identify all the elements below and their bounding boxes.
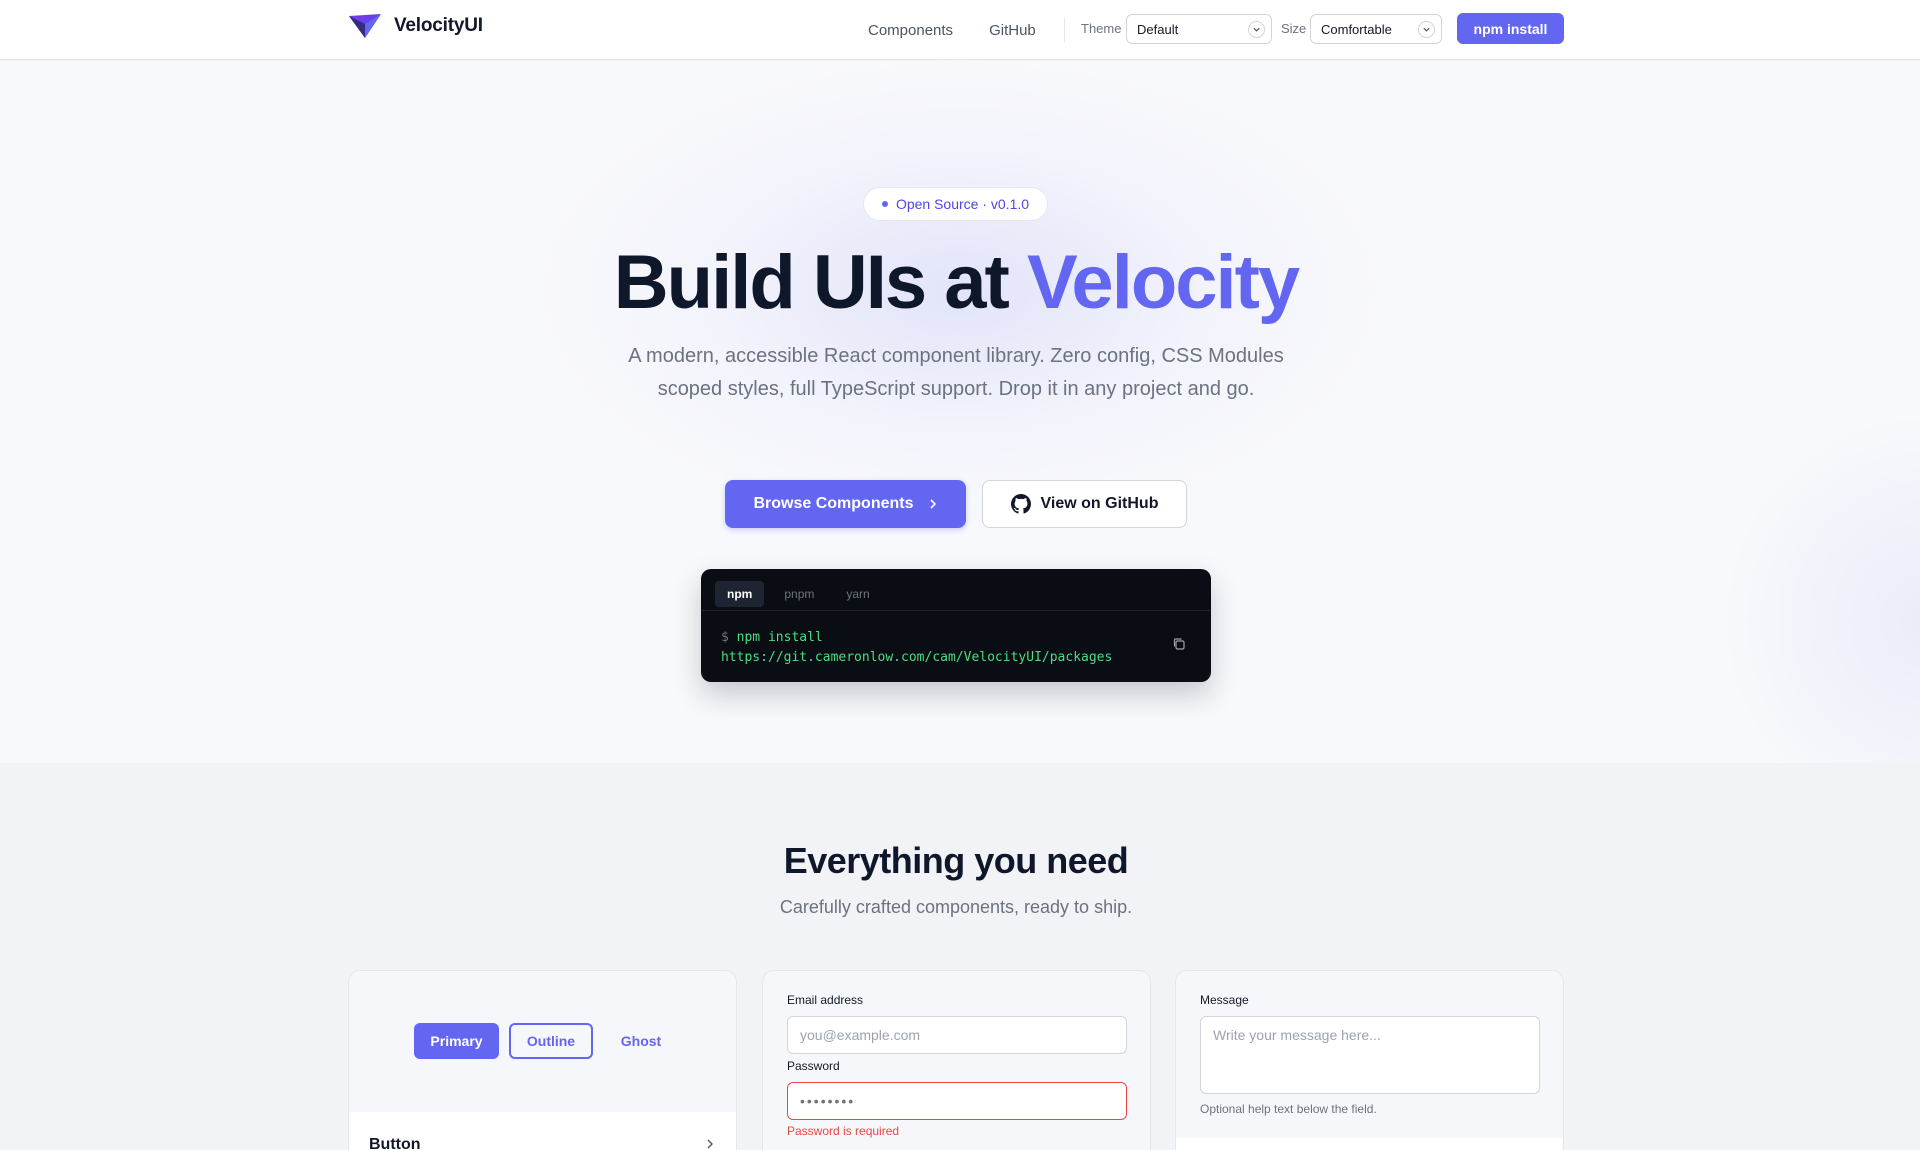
install-code-card: npm pnpm yarn $ npm install https://git.…	[701, 569, 1211, 682]
npm-install-button[interactable]: npm install	[1457, 13, 1564, 44]
badge-text: Open Source · v0.1.0	[895, 196, 1030, 212]
button-demo-card: Primary Outline Ghost Button	[348, 970, 737, 1150]
password-error: Password is required	[787, 1124, 900, 1138]
brand[interactable]: VelocityUI	[348, 12, 483, 40]
package-manager-tabs: npm pnpm yarn	[715, 581, 882, 607]
top-nav: VelocityUI Components GitHub Theme Defau…	[0, 0, 1920, 60]
email-label: Email address	[787, 993, 864, 1007]
message-label: Message	[1200, 993, 1249, 1007]
view-on-github-button[interactable]: View on GitHub	[982, 480, 1187, 528]
browse-components-button[interactable]: Browse Components	[725, 480, 966, 528]
features-title: Everything you need	[783, 840, 1129, 881]
theme-select[interactable]: Default	[1126, 14, 1272, 44]
nav-link-github[interactable]: GitHub	[989, 22, 1036, 39]
shell-prompt: $	[721, 630, 729, 645]
github-icon	[1010, 494, 1031, 514]
password-field[interactable]: ••••••••	[787, 1082, 1127, 1120]
copy-icon[interactable]	[1172, 637, 1186, 651]
chevron-right-icon	[707, 1139, 713, 1149]
install-command: $ npm install https://git.cameronlow.com…	[721, 628, 1112, 668]
hero-title-accent: Velocity	[1026, 240, 1300, 325]
hero-glow-secondary	[1720, 411, 1920, 763]
view-on-github-label: View on GitHub	[1040, 495, 1159, 512]
textarea-demo-card: Message Write your message here... Optio…	[1175, 970, 1564, 1150]
hero-subtitle: A modern, accessible React component lib…	[628, 345, 1284, 400]
hero-section: Open Source · v0.1.0 Build UIs at Veloci…	[0, 61, 1920, 763]
features-subtitle: Carefully crafted components, ready to s…	[779, 897, 1133, 917]
textarea-card-footer	[1176, 1138, 1563, 1150]
password-value: ••••••••	[800, 1093, 856, 1109]
install-command-line2: https://git.cameronlow.com/cam/VelocityU…	[721, 650, 1113, 665]
install-command-line1: npm install	[736, 630, 823, 645]
email-field[interactable]: you@example.com	[787, 1016, 1127, 1054]
primary-button[interactable]: Primary	[414, 1023, 499, 1059]
tab-pnpm[interactable]: pnpm	[772, 581, 826, 607]
chevron-right-icon	[929, 499, 936, 509]
tab-npm[interactable]: npm	[715, 581, 765, 607]
size-label: Size	[1281, 21, 1307, 36]
nav-links: Components GitHub	[868, 0, 1036, 60]
button-variants: Primary Outline Ghost	[414, 1023, 679, 1059]
size-select[interactable]: Comfortable	[1310, 14, 1442, 44]
velocity-logo-icon	[349, 14, 381, 38]
message-textarea[interactable]: Write your message here...	[1200, 1016, 1540, 1094]
code-separator	[701, 610, 1211, 611]
chevron-down-icon	[1418, 21, 1435, 38]
hero-title-main: Build UIs at	[613, 240, 1027, 325]
nav-divider	[1064, 18, 1065, 42]
size-select-value: Comfortable	[1321, 21, 1392, 37]
button-card-footer[interactable]: Button	[349, 1112, 736, 1150]
hero-title: Build UIs at Velocity	[0, 239, 1912, 326]
tab-yarn[interactable]: yarn	[834, 581, 881, 607]
nav-link-components[interactable]: Components	[868, 22, 953, 39]
input-demo-card: Email address you@example.com Password •…	[762, 970, 1151, 1150]
ghost-button[interactable]: Ghost	[603, 1023, 679, 1059]
chevron-down-icon	[1248, 21, 1265, 38]
message-placeholder: Write your message here...	[1213, 1027, 1381, 1043]
badge-dot-icon	[881, 201, 888, 207]
theme-select-value: Default	[1137, 21, 1179, 37]
browse-components-label: Browse Components	[753, 495, 914, 512]
email-placeholder: you@example.com	[800, 1027, 921, 1043]
button-card-label: Button	[369, 1136, 421, 1150]
outline-button[interactable]: Outline	[509, 1023, 593, 1059]
theme-label: Theme	[1081, 21, 1122, 36]
version-badge: Open Source · v0.1.0	[863, 187, 1048, 221]
message-help-text: Optional help text below the field.	[1200, 1102, 1377, 1116]
password-label: Password	[787, 1059, 840, 1073]
brand-name: VelocityUI	[394, 15, 483, 36]
